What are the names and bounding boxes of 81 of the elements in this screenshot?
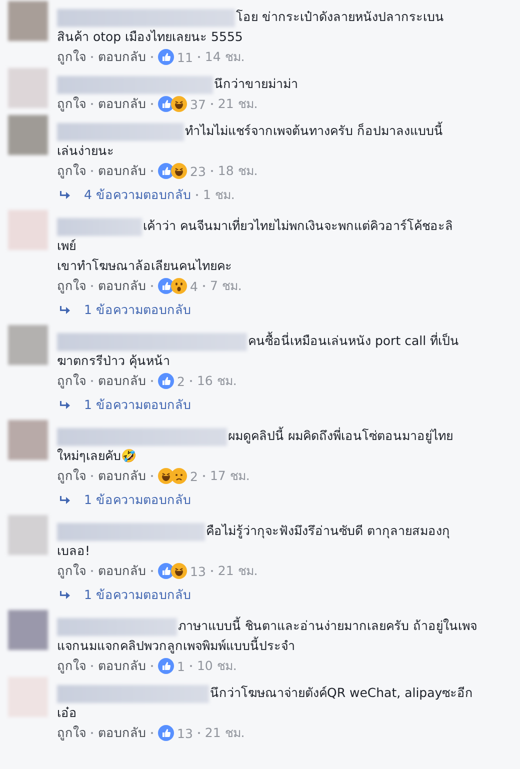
like-reaction-icon (158, 725, 174, 741)
view-replies-link[interactable]: 1 ข้อความตอบกลับ (84, 490, 191, 510)
comment-text: แจกนมแจกคลิปพวกลูกเพจพิมพ์แบบนี้ประจำ (57, 636, 295, 656)
laughing-reaction-icon (171, 563, 187, 579)
reply-arrow-icon (59, 190, 70, 200)
like-link[interactable]: ถูกใจ (57, 656, 86, 676)
view-replies-link[interactable]: 4 ข้อความตอบกลับ (84, 185, 191, 205)
avatar[interactable] (8, 68, 48, 108)
reaction-count: 13 (177, 726, 193, 740)
avatar[interactable] (8, 515, 48, 555)
reaction-count: 37 (190, 96, 206, 112)
comment-text: ภาษาแบบนี้ ชินตาและอ่านง่ายมากเลยครับ ถ้าอยู่ในเพจ (178, 618, 477, 633)
reply-link[interactable]: ตอบกลับ (98, 94, 146, 114)
reply-arrow-icon (59, 306, 70, 314)
like-link[interactable]: ถูกใจ (57, 276, 86, 296)
like-reaction-icon (158, 49, 174, 65)
surprised-reaction-icon (171, 278, 187, 294)
avatar[interactable] (8, 610, 48, 650)
comment-time: 10 ชม. (196, 657, 237, 675)
comment-time: 14 ชม. (204, 48, 245, 66)
like-link[interactable]: ถูกใจ (57, 161, 86, 181)
reaction-count: 11 (177, 50, 193, 64)
avatar[interactable] (8, 115, 48, 155)
reply-link[interactable]: ตอบกลับ (98, 371, 146, 391)
laughing-reaction-icon (171, 163, 187, 179)
reply-arrow-icon (59, 496, 70, 504)
reaction-count: 2 (190, 468, 198, 484)
comment-time: 17 ชม. (210, 467, 250, 485)
like-link[interactable]: ถูกใจ (57, 723, 86, 743)
comment-text: ทำไมไม่แชร์จากเพจต้นทางครับ ก็อปมาลงแบบนี้ (185, 123, 443, 138)
comment-text: ฆาตกรรีป่าว คุ้นหน้า (57, 352, 170, 370)
reaction-count: 23 (190, 164, 206, 178)
comment-time: 21 ชม. (218, 562, 258, 580)
sad-reaction-icon (171, 468, 187, 484)
avatar[interactable] (8, 420, 48, 460)
reply-arrow-icon (59, 400, 70, 410)
like-reaction-icon (158, 658, 174, 674)
reaction-count: 13 (190, 564, 206, 578)
comment-time: 21 ชม. (218, 95, 258, 113)
comment-text: คนซื้อนี่เหมือนเล่นหนัง port call ที่เป็น (248, 333, 460, 348)
reply-time: 1 ชม. (202, 186, 235, 204)
comment-text: โอย ข่ากระเป๋าดังลายหนังปลากระเบน (236, 9, 444, 24)
view-replies-link[interactable]: 1 ข้อความตอบกลับ (84, 300, 191, 320)
like-link[interactable]: ถูกใจ (57, 47, 86, 67)
like-link[interactable]: ถูกใจ (57, 94, 86, 114)
reply-link[interactable]: ตอบกลับ (98, 656, 146, 676)
avatar[interactable] (8, 325, 48, 365)
comment-time: 18 ชม. (218, 162, 258, 180)
comment-text: เล่นง่ายนะ (57, 142, 114, 160)
laughing-reaction-icon (171, 96, 187, 112)
comment-text: เค้าว่า คนจีนมาเที่ยวไทยไม่พกเงินจะพกแต่คิวอาร์โค้ชอะลิ (143, 218, 453, 233)
avatar[interactable] (8, 210, 48, 250)
comment-text: เพย์ เขาทำโฆษณาล้อเลียนคนไทยคะ (57, 237, 232, 275)
reply-link[interactable]: ตอบกลับ (98, 561, 146, 581)
reply-link[interactable]: ตอบกลับ (98, 161, 146, 181)
comment-time: 16 ชม. (196, 372, 237, 390)
view-replies-link[interactable]: 1 ข้อความตอบกลับ (84, 585, 191, 605)
like-link[interactable]: ถูกใจ (57, 466, 86, 486)
reaction-count: 1 (177, 658, 185, 674)
comment-text: นึกว่าโฆษณาจ่ายตังค์QR weChat, alipayซะอีก (210, 685, 474, 700)
comment-time: 7 ชม. (210, 277, 242, 295)
comment-text: นึกว่าขายม่าม่า (214, 76, 298, 91)
comment-text: ผมดูคลิปนี้ ผมคิดถึงพี่เอนโซ่ตอนมาอยู่ไทย (228, 428, 453, 443)
reply-link[interactable]: ตอบกลับ (98, 47, 146, 67)
comment-text: เบลอ! (57, 542, 90, 560)
like-link[interactable]: ถูกใจ (57, 371, 86, 391)
reaction-count: 4 (190, 278, 198, 294)
reply-link[interactable]: ตอบกลับ (98, 466, 146, 486)
reply-link[interactable]: ตอบกลับ (98, 276, 146, 296)
like-reaction-icon (158, 373, 174, 389)
like-link[interactable]: ถูกใจ (57, 561, 86, 581)
comment-time: 21 ชม. (204, 724, 245, 742)
reaction-count: 2 (177, 374, 185, 388)
avatar[interactable] (8, 1, 48, 41)
reply-link[interactable]: ตอบกลับ (98, 723, 146, 743)
view-replies-link[interactable]: 1 ข้อความตอบกลับ (84, 395, 191, 415)
comment-text: เอ๋อ (57, 704, 77, 722)
reply-arrow-icon (59, 590, 70, 600)
comment-text: คือไม่รู้ว่ากุจะฟังมึงรึอ่านซับดี ตากุลายสมองกุ (206, 523, 450, 538)
comment-text: ใหม่ๆเลยคับ🤣 (57, 447, 137, 465)
comment-text: สินค้า otop เมืองไทยเลยนะ 5555 (57, 28, 243, 46)
